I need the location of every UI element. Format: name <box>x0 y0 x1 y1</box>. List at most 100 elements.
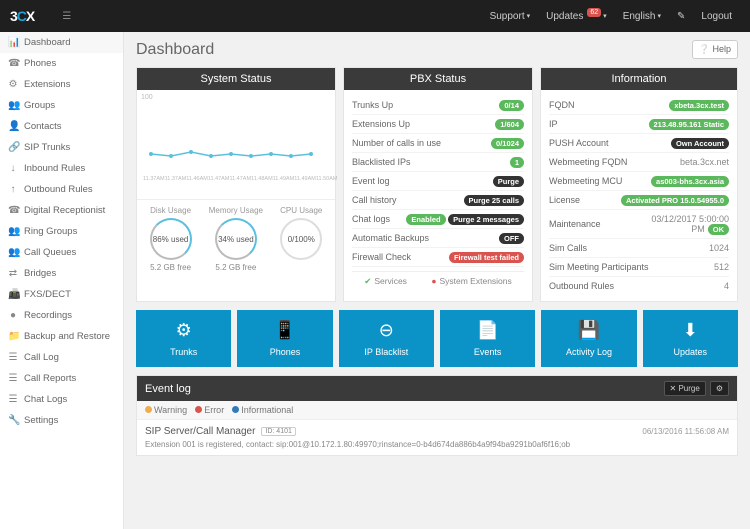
event-title: SIP Server/Call Manager <box>145 426 255 437</box>
nav-icon: ☰ <box>8 394 18 405</box>
nav-label: Contacts <box>24 121 62 132</box>
language-menu[interactable]: English▾ <box>623 11 661 22</box>
info-row: Outbound Rules4 <box>549 277 729 295</box>
sidebar-item-fxs-dect[interactable]: 📠 FXS/DECT <box>0 284 123 305</box>
support-menu[interactable]: Support▾ <box>490 11 531 22</box>
updates-menu[interactable]: Updates62▾ <box>546 11 607 22</box>
system-extensions-status: ●System Extensions <box>431 276 511 287</box>
nav-label: Groups <box>24 100 55 111</box>
info-row: LicenseActivated PRO 15.0.54955.0 <box>549 191 729 210</box>
info-row: Webmeeting FQDNbeta.3cx.net <box>549 153 729 172</box>
pbx-row: Firewall CheckFirewall test failed <box>352 248 524 267</box>
sidebar-item-bridges[interactable]: ⇄ Bridges <box>0 263 123 284</box>
nav-label: Dashboard <box>24 37 70 48</box>
nav-label: Ring Groups <box>24 226 77 237</box>
cpu-gauge: CPU Usage0/100% <box>280 206 322 272</box>
sidebar-item-contacts[interactable]: 👤Contacts <box>0 116 123 137</box>
nav-icon: 🔧 <box>8 415 18 426</box>
menu-toggle-icon[interactable]: ☰ <box>62 11 71 22</box>
updates-badge: 62 <box>587 8 601 17</box>
sidebar-item-phones[interactable]: ☎Phones <box>0 53 123 74</box>
memory-gauge: Memory Usage34% used5.2 GB free <box>209 206 263 272</box>
status-pill[interactable]: Firewall test failed <box>449 252 524 263</box>
sidebar-item-extensions[interactable]: ⚙ Extensions <box>0 74 123 95</box>
sidebar-item-call-queues[interactable]: 👥Call Queues <box>0 242 123 263</box>
status-pill[interactable]: 0/1024 <box>491 138 524 149</box>
tile-label: Trunks <box>140 347 227 357</box>
nav-label: Call Log <box>24 352 59 363</box>
sidebar-item-outbound-rules[interactable]: ↑Outbound Rules <box>0 179 123 200</box>
info-row: IP213.48.95.161 Static <box>549 115 729 134</box>
status-pill[interactable]: OFF <box>499 233 524 244</box>
sidebar-item-ring-groups[interactable]: 👥 Ring Groups <box>0 221 123 242</box>
nav-icon: 📊 <box>8 37 18 48</box>
sidebar-item-inbound-rules[interactable]: ↓Inbound Rules <box>0 158 123 179</box>
nav-icon: 👥 <box>8 226 18 237</box>
nav-label: Bridges <box>24 268 56 279</box>
tile-label: Updates <box>647 347 734 357</box>
status-pill: xbeta.3cx.test <box>669 100 729 111</box>
info-row: Maintenance03/12/2017 5:00:00 PMOK <box>549 210 729 239</box>
info-row: Sim Calls1024 <box>549 239 729 258</box>
edit-icon[interactable]: ✎ <box>677 11 685 22</box>
services-status: ✔Services <box>364 276 407 287</box>
tile-events[interactable]: 📄Events <box>440 310 535 367</box>
sidebar-item-sip-trunks[interactable]: 🔗SIP Trunks <box>0 137 123 158</box>
status-pill[interactable]: 1/604 <box>495 119 524 130</box>
nav-icon: ⚙ <box>8 79 18 90</box>
nav-label: Extensions <box>24 79 70 90</box>
event-description: Extension 001 is registered, contact: si… <box>145 440 729 449</box>
status-pill[interactable]: 1 <box>510 157 524 168</box>
sidebar-item-backup-and-restore[interactable]: 📁Backup and Restore <box>0 326 123 347</box>
nav-icon: ● <box>8 310 18 321</box>
nav-label: FXS/DECT <box>24 289 71 300</box>
nav-label: Recordings <box>24 310 72 321</box>
tile-icon: ⊖ <box>343 320 430 341</box>
panel-header: System Status <box>137 68 335 90</box>
tile-updates[interactable]: ⬇Updates <box>643 310 738 367</box>
nav-icon: ⇄ <box>8 268 18 279</box>
nav-icon: ☰ <box>8 352 18 363</box>
sidebar-item-settings[interactable]: 🔧Settings <box>0 410 123 431</box>
tile-phones[interactable]: 📱Phones <box>237 310 332 367</box>
event-id: ID: 4101 <box>261 427 295 436</box>
page-title: Dashboard <box>136 41 214 59</box>
logout-link[interactable]: Logout <box>701 11 732 22</box>
nav-label: Call Reports <box>24 373 76 384</box>
tile-label: Phones <box>241 347 328 357</box>
system-status-panel: System Status 100 11.37AM11.37AM11.46AM1… <box>136 67 336 302</box>
status-pill[interactable]: 0/14 <box>499 100 524 111</box>
nav-icon: ☎ <box>8 205 18 216</box>
pbx-row: Chat logsEnabled Purge 2 messages <box>352 210 524 229</box>
sidebar-item-dashboard[interactable]: 📊 Dashboard <box>0 32 123 53</box>
tile-activity-log[interactable]: 💾Activity Log <box>541 310 636 367</box>
nav-icon: ↓ <box>8 163 18 174</box>
nav-icon: 📁 <box>8 331 18 342</box>
tile-icon: 💾 <box>545 320 632 341</box>
tile-icon: 📄 <box>444 320 531 341</box>
info-row: PUSH AccountOwn Account <box>549 134 729 153</box>
sidebar-item-digital-receptionist[interactable]: ☎Digital Receptionist <box>0 200 123 221</box>
nav-icon: 📠 <box>8 289 18 300</box>
event-item[interactable]: SIP Server/Call ManagerID: 410106/13/201… <box>137 419 737 455</box>
tile-icon: ⚙ <box>140 320 227 341</box>
status-pill: as003-bhs.3cx.asia <box>651 176 729 187</box>
purge-button[interactable]: ✕ Purge <box>664 381 706 396</box>
nav-label: SIP Trunks <box>24 142 70 153</box>
tile-ip-blacklist[interactable]: ⊖IP Blacklist <box>339 310 434 367</box>
sidebar-item-recordings[interactable]: ● Recordings <box>0 305 123 326</box>
status-pill: Activated PRO 15.0.54955.0 <box>621 195 729 206</box>
sidebar-item-chat-logs[interactable]: ☰Chat Logs <box>0 389 123 410</box>
sidebar-item-call-reports[interactable]: ☰Call Reports <box>0 368 123 389</box>
sidebar-item-call-log[interactable]: ☰ Call Log <box>0 347 123 368</box>
help-button[interactable]: ❔ Help <box>692 40 738 59</box>
nav-icon: 👥 <box>8 100 18 111</box>
status-pill[interactable]: Purge 25 calls <box>464 195 524 206</box>
sidebar-item-groups[interactable]: 👥 Groups <box>0 95 123 116</box>
tile-trunks[interactable]: ⚙ Trunks <box>136 310 231 367</box>
settings-button[interactable]: ⚙ <box>710 381 729 396</box>
disk-gauge: Disk Usage86% used5.2 GB free <box>150 206 192 272</box>
status-pill[interactable]: Purge <box>493 176 524 187</box>
pbx-row: Number of calls in use0/1024 <box>352 134 524 153</box>
pbx-status-panel: PBX Status Trunks Up0/14Extensions Up1/6… <box>343 67 533 302</box>
